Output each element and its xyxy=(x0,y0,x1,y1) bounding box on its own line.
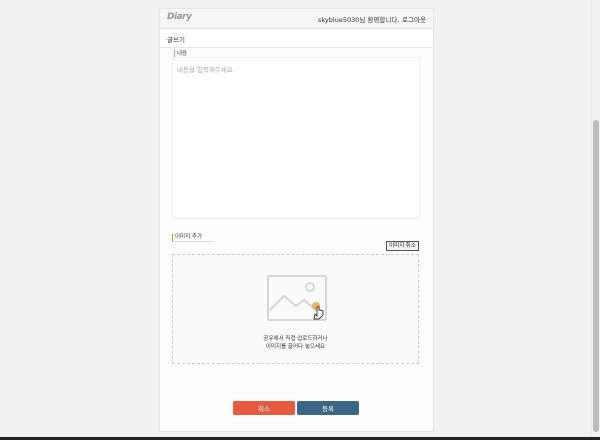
page-title: 글쓰기 xyxy=(167,36,185,44)
subheader: 글쓰기 xyxy=(160,30,433,48)
content-textarea[interactable] xyxy=(172,57,420,219)
page-scrollbar[interactable] xyxy=(591,0,600,440)
image-dropzone[interactable]: 공유에서 직접 업로드하거나 이미지를 끌어다 놓으세요 xyxy=(172,254,419,364)
scrollbar-thumb[interactable] xyxy=(593,120,599,432)
write-form-panel: Diary skyblue5030님 환영합니다. 로그아웃 글쓰기 내용 이미… xyxy=(159,8,434,432)
image-cancel-button[interactable]: 이미지 취소 xyxy=(386,241,419,251)
dropzone-text: 공유에서 직접 업로드하거나 이미지를 끌어다 놓으세요 xyxy=(173,335,418,351)
logo[interactable]: Diary xyxy=(167,12,192,22)
dropzone-text-line2: 이미지를 끌어다 놓으세요 xyxy=(265,344,326,350)
greeting-text: skyblue5030님 환영합니다. xyxy=(318,16,400,24)
image-placeholder-icon xyxy=(267,275,327,321)
dropzone-text-line1: 공유에서 직접 업로드하거나 xyxy=(263,336,328,342)
image-add-label: 이미지 추가 xyxy=(172,234,214,242)
submit-button[interactable]: 등록 xyxy=(297,401,359,415)
cancel-button[interactable]: 취소 xyxy=(233,401,295,415)
logout-link[interactable]: 로그아웃 xyxy=(402,14,426,24)
top-header: Diary skyblue5030님 환영합니다. 로그아웃 xyxy=(160,9,433,29)
content-label: 내용 xyxy=(174,49,187,57)
